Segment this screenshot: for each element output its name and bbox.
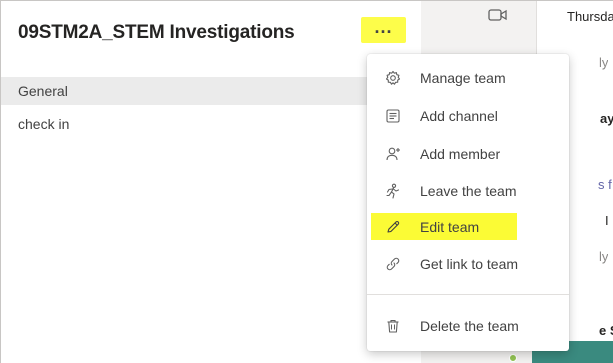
menu-item-leave-team[interactable]: Leave the team: [367, 173, 569, 209]
bg-fragment: e S: [599, 323, 613, 338]
video-camera-icon[interactable]: [487, 7, 509, 23]
bg-fragment: ly: [599, 249, 609, 264]
team-options-menu: Manage team Add channel Add member Leave…: [367, 54, 569, 351]
leave-icon: [385, 183, 401, 199]
menu-item-label: Delete the team: [420, 318, 519, 334]
bg-fragment: ay: [600, 111, 613, 126]
team-name: 09STM2A_STEM Investigations: [18, 22, 295, 43]
add-person-icon: [385, 146, 401, 162]
menu-item-label: Add channel: [420, 108, 498, 124]
pencil-icon: [385, 219, 401, 235]
channel-general[interactable]: General: [1, 77, 421, 105]
link-icon: [385, 256, 401, 272]
day-label: Thursday: [567, 9, 613, 24]
menu-item-label: Edit team: [420, 219, 480, 235]
menu-item-manage-team[interactable]: Manage team: [367, 60, 569, 96]
more-options-button[interactable]: ...: [361, 17, 406, 43]
menu-item-add-channel[interactable]: Add channel: [367, 98, 569, 134]
menu-item-label: Leave the team: [420, 183, 517, 199]
menu-item-label: Get link to team: [420, 256, 519, 272]
menu-item-edit-team[interactable]: Edit team: [367, 209, 569, 245]
menu-item-delete-team[interactable]: Delete the team: [367, 308, 569, 344]
menu-item-add-member[interactable]: Add member: [367, 136, 569, 172]
menu-item-label: Add member: [420, 146, 501, 162]
bg-fragment: ly: [599, 55, 609, 70]
channel-check-in[interactable]: check in: [1, 110, 421, 138]
trash-icon: [385, 318, 401, 334]
bg-fragment: s f: [598, 177, 612, 192]
menu-item-label: Manage team: [420, 70, 506, 86]
channel-icon: [385, 108, 401, 124]
gear-icon: [385, 70, 401, 86]
bg-fragment: I: [605, 213, 609, 228]
team-panel: 09STM2A_STEM Investigations ... General …: [1, 1, 421, 363]
menu-divider: [367, 294, 569, 295]
presence-available-icon: [509, 354, 517, 362]
menu-item-get-link[interactable]: Get link to team: [367, 246, 569, 282]
